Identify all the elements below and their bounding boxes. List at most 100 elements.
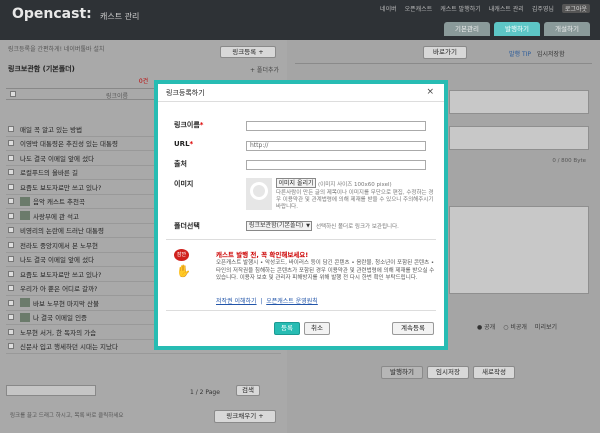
link-name-input[interactable]: [246, 121, 426, 131]
link-register-dialog: 링크등록하기 × 링크이름* URL* http:// 출처 이미지 이미지 올…: [154, 80, 448, 350]
folder-hint: 선택하신 폴더로 링크가 보관됩니다.: [316, 224, 399, 230]
private-label: 비공개: [510, 324, 527, 331]
app-logo[interactable]: Opencast:: [12, 6, 92, 22]
top-bar: Opencast: 캐스트 관리 네이버 오픈캐스트 캐스트 발행하기 내캐스트…: [0, 0, 600, 40]
toplink-user[interactable]: 김주영님: [532, 4, 554, 13]
goto-button[interactable]: 바로가기: [423, 46, 467, 59]
private-radio[interactable]: ○ 비공개: [503, 322, 527, 331]
search-button[interactable]: 검색: [236, 385, 260, 396]
row-checkbox[interactable]: [8, 125, 14, 132]
image-label: 이미지: [174, 180, 194, 188]
publish-button[interactable]: 발행하기: [381, 366, 423, 379]
hand-icon: ✋: [176, 264, 191, 278]
submit-button[interactable]: 등록: [274, 322, 300, 335]
image-placeholder-icon: [250, 182, 268, 200]
source-input[interactable]: [246, 160, 426, 170]
row-checkbox[interactable]: [8, 285, 14, 292]
top-links: 네이버 오픈캐스트 캐스트 발행하기 내캐스트 관리 김주영님 로그아웃: [380, 4, 590, 13]
cancel-button[interactable]: 취소: [304, 322, 330, 335]
app-subtitle: 캐스트 관리: [100, 12, 140, 21]
row-checkbox[interactable]: [8, 343, 14, 350]
tab-open[interactable]: 개설하기: [544, 22, 590, 36]
name-label: 링크이름*: [174, 120, 203, 130]
col-link-name: 링크이름: [106, 93, 129, 100]
toplink-naver[interactable]: 네이버: [380, 4, 397, 13]
logout-button[interactable]: 로그아웃: [561, 4, 590, 13]
stop-icon: 잠깐: [174, 249, 189, 261]
divider: [166, 239, 436, 240]
folder-title: 링크보관함 (기본폴더) + 폴더추가: [0, 62, 287, 76]
link-drop-area[interactable]: [449, 206, 589, 294]
thumbnail-image: [20, 211, 30, 221]
row-checkbox[interactable]: [8, 299, 14, 306]
new-write-button[interactable]: 새로작성: [473, 366, 515, 379]
divider: [295, 63, 592, 64]
continue-register-button[interactable]: 계속등록: [392, 322, 434, 335]
divider: [166, 310, 436, 311]
add-folder-link[interactable]: + 폴더추가: [250, 65, 279, 74]
toplink-mycast[interactable]: 내캐스트 관리: [489, 4, 524, 13]
row-checkbox[interactable]: [8, 241, 14, 248]
select-all-checkbox[interactable]: [10, 91, 16, 97]
byte-counter: 0 / 800 Byte: [552, 158, 586, 164]
visibility-options: ● 공개 ○ 비공개 미리보기: [477, 322, 557, 331]
temp-storage-link[interactable]: 임시저장함: [537, 49, 565, 58]
warning-title: 캐스트 발행 전, 꼭 확인해보세요!: [216, 251, 309, 259]
source-label: 출처: [174, 160, 187, 168]
url-input[interactable]: http://: [246, 141, 426, 151]
tab-publish[interactable]: 발행하기: [494, 22, 540, 36]
fill-link-button[interactable]: 링크채우기 +: [214, 410, 276, 423]
policy-links: 저작권 이해하기 | 오픈캐스트 운영원칙: [216, 298, 318, 305]
page-indicator: 1 / 2 Page: [190, 389, 220, 396]
url-label: URL*: [174, 140, 193, 148]
thumbnail-image: [20, 312, 30, 322]
required-mark: *: [189, 140, 194, 148]
title-field[interactable]: [449, 90, 589, 114]
toolbar-tip-text[interactable]: 링크등록을 간편하게! 네이버툴바 설치: [8, 46, 104, 53]
row-checkbox[interactable]: [8, 227, 14, 234]
row-checkbox[interactable]: [8, 270, 14, 277]
row-checkbox[interactable]: [8, 328, 14, 335]
name-label-text: 링크이름: [174, 121, 200, 129]
public-radio[interactable]: ● 공개: [477, 322, 495, 331]
register-link-button[interactable]: 링크등록 +: [220, 46, 276, 58]
folder-select[interactable]: 링크보관함(기본폴더) ▼: [246, 221, 312, 231]
folder-title-text[interactable]: 링크보관함 (기본폴더): [8, 65, 75, 73]
upload-image-button[interactable]: 이미지 올리기: [276, 178, 316, 188]
temp-save-button[interactable]: 임시저장: [427, 366, 469, 379]
image-placeholder: [246, 178, 272, 210]
row-checkbox[interactable]: [8, 314, 14, 321]
row-checkbox[interactable]: [8, 198, 14, 205]
row-checkbox[interactable]: [8, 169, 14, 176]
dialog-header: 링크등록하기 ×: [158, 84, 444, 102]
dialog-title: 링크등록하기: [166, 89, 205, 97]
close-icon[interactable]: ×: [426, 87, 434, 97]
toplink-publish[interactable]: 캐스트 발행하기: [440, 4, 481, 13]
toplink-opencast[interactable]: 오픈캐스트: [405, 4, 433, 13]
folder-select-value: 링크보관함(기본폴더): [249, 222, 304, 229]
row-checkbox[interactable]: [8, 256, 14, 263]
row-checkbox[interactable]: [8, 154, 14, 161]
required-mark: *: [199, 121, 204, 129]
row-checkbox[interactable]: [8, 140, 14, 147]
preview-link[interactable]: 미리보기: [535, 322, 557, 331]
search-bar: 검색: [6, 385, 281, 397]
image-size-hint: (이미지 사이즈 100x60 pixel): [318, 182, 392, 188]
publish-tip-link[interactable]: 발행 TIP: [509, 49, 531, 58]
policy-link[interactable]: 오픈캐스트 운영원칙: [266, 298, 318, 305]
tab-basic[interactable]: 기본관리: [444, 22, 490, 36]
chevron-down-icon: ▼: [306, 223, 310, 229]
desc-field[interactable]: [449, 126, 589, 150]
warning-text: 오픈캐스트 발행시 • 악성코드, 바이러스 등이 담긴 콘텐츠 • 음란물, …: [216, 260, 435, 281]
public-label: 공개: [484, 324, 496, 331]
drag-tip: 링크를 끌고 드래그 하시고, 목록 바로 클릭하세요: [10, 413, 124, 419]
row-checkbox[interactable]: [8, 212, 14, 219]
copyright-link[interactable]: 저작권 이해하기: [216, 298, 257, 305]
thumbnail-image: [20, 298, 30, 308]
image-note: 다른사람이 만든 글의 제목이나 이미지를 무단으로 편집, 수정하는 경우 이…: [276, 190, 434, 210]
row-checkbox[interactable]: [8, 183, 14, 190]
main-tabs: 기본관리 발행하기 개설하기: [444, 22, 590, 36]
thumbnail-image: [20, 196, 30, 206]
search-input[interactable]: [6, 385, 96, 396]
folder-label: 폴더선택: [174, 222, 200, 230]
